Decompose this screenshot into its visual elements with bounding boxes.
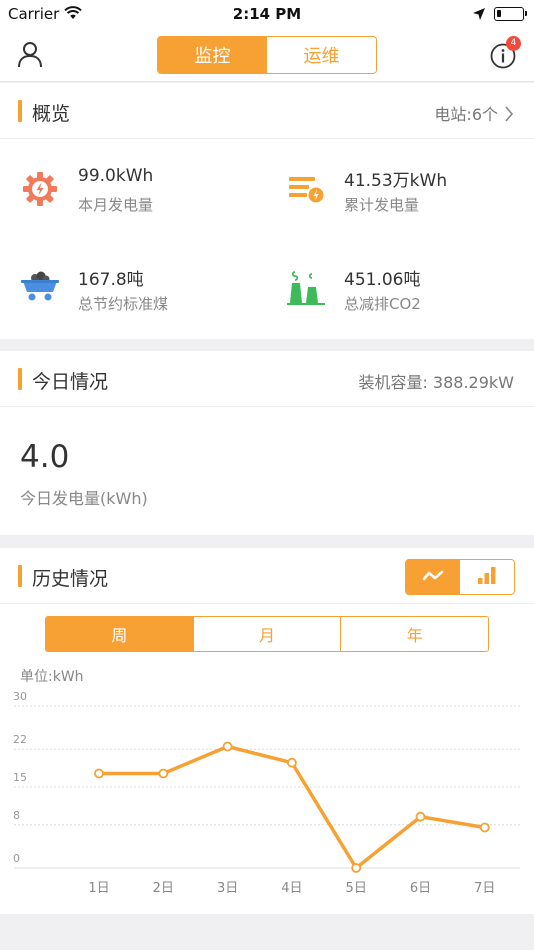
bar-chart-toggle[interactable] bbox=[460, 560, 514, 594]
period-segmented-control: 周 月 年 bbox=[45, 616, 489, 652]
monthly-generation-value: 99.0kWh bbox=[78, 166, 154, 186]
coal-saved-label: 总节约标准煤 bbox=[78, 295, 169, 313]
tab-monitor[interactable]: 监控 bbox=[158, 37, 267, 73]
data-point[interactable] bbox=[415, 811, 426, 822]
total-generation-label: 累计发电量 bbox=[344, 196, 420, 214]
today-title: 今日情况 bbox=[32, 371, 109, 393]
line-chart-toggle[interactable] bbox=[406, 560, 460, 594]
clock: 2:14 PM bbox=[232, 5, 302, 23]
coal-cart-icon bbox=[20, 268, 60, 308]
overview-card: 概览 电站:6个 99.0kWh 本月发电量 41.53万kWh 累计发电量 1… bbox=[0, 83, 534, 339]
factory-chimney-icon bbox=[286, 268, 326, 308]
stacked-bars-bolt-icon bbox=[286, 169, 326, 209]
chart-type-toggle bbox=[405, 559, 515, 595]
history-line-chart: 30 22 15 8 0 1日 2日 3日 4日 5日 6日 7日 bbox=[13, 690, 520, 896]
y-tick-label: 8 bbox=[13, 809, 20, 822]
status-bar: Carrier 2:14 PM bbox=[0, 0, 534, 28]
location-arrow-icon bbox=[472, 6, 486, 25]
today-generation-label: 今日发电量(kWh) bbox=[20, 489, 148, 508]
today-card: 今日情况 装机容量: 388.29kW 4.0 今日发电量(kWh) bbox=[0, 351, 534, 535]
today-header: 今日情况 装机容量: 388.29kW bbox=[0, 351, 534, 407]
co2-reduction-value: 451.06吨 bbox=[344, 270, 421, 290]
mode-segmented-control: 监控 运维 bbox=[157, 36, 377, 74]
coal-saved-value: 167.8吨 bbox=[78, 270, 144, 290]
notification-badge: 4 bbox=[506, 36, 521, 51]
history-title: 历史情况 bbox=[32, 568, 109, 590]
co2-reduction-label: 总减排CO2 bbox=[344, 295, 421, 313]
bar-chart-icon bbox=[477, 565, 497, 589]
total-generation-value: 41.53万kWh bbox=[344, 171, 448, 191]
y-tick-label: 0 bbox=[13, 852, 20, 865]
section-marker bbox=[18, 565, 22, 587]
y-tick-label: 15 bbox=[13, 771, 27, 784]
section-marker bbox=[18, 368, 22, 390]
battery-icon bbox=[494, 7, 527, 21]
data-point[interactable] bbox=[94, 768, 104, 779]
x-tick-label: 7日 bbox=[474, 881, 495, 896]
y-tick-label: 30 bbox=[13, 690, 27, 703]
station-count-link[interactable]: 电站:6个 bbox=[434, 101, 514, 126]
data-point[interactable] bbox=[479, 822, 490, 833]
installed-capacity: 装机容量: 388.29kW bbox=[358, 373, 514, 392]
period-year[interactable]: 年 bbox=[340, 617, 488, 651]
x-tick-label: 1日 bbox=[88, 881, 109, 896]
chart-unit-label: 单位:kWh bbox=[20, 669, 84, 685]
x-tick-label: 2日 bbox=[153, 881, 174, 896]
data-point[interactable] bbox=[222, 741, 233, 752]
data-point[interactable] bbox=[286, 757, 297, 768]
history-header: 历史情况 bbox=[0, 548, 534, 604]
y-tick-label: 22 bbox=[13, 733, 27, 746]
tab-maintenance[interactable]: 运维 bbox=[267, 37, 376, 73]
gear-bolt-icon bbox=[20, 169, 60, 209]
monthly-generation-label: 本月发电量 bbox=[78, 196, 154, 214]
x-tick-label: 3日 bbox=[217, 881, 238, 896]
period-week[interactable]: 周 bbox=[46, 617, 193, 651]
history-card: 历史情况 周 月 年 单位:kWh 30 22 15 8 0 1日 2日 3日 … bbox=[0, 548, 534, 914]
line-chart-icon bbox=[422, 568, 444, 587]
period-month[interactable]: 月 bbox=[192, 617, 341, 651]
overview-title: 概览 bbox=[32, 103, 71, 125]
user-icon[interactable] bbox=[16, 40, 44, 72]
today-generation-value: 4.0 bbox=[20, 439, 70, 475]
x-tick-label: 4日 bbox=[281, 881, 302, 896]
top-nav-bar: 监控 运维 4 bbox=[0, 28, 534, 82]
overview-header: 概览 电站:6个 bbox=[0, 83, 534, 139]
station-count: 电站:6个 bbox=[434, 105, 498, 124]
section-marker bbox=[18, 100, 22, 122]
chevron-right-icon bbox=[504, 106, 514, 126]
data-point[interactable] bbox=[351, 863, 362, 873]
x-tick-label: 6日 bbox=[410, 881, 431, 896]
data-point[interactable] bbox=[158, 768, 169, 779]
x-tick-label: 5日 bbox=[346, 881, 367, 896]
